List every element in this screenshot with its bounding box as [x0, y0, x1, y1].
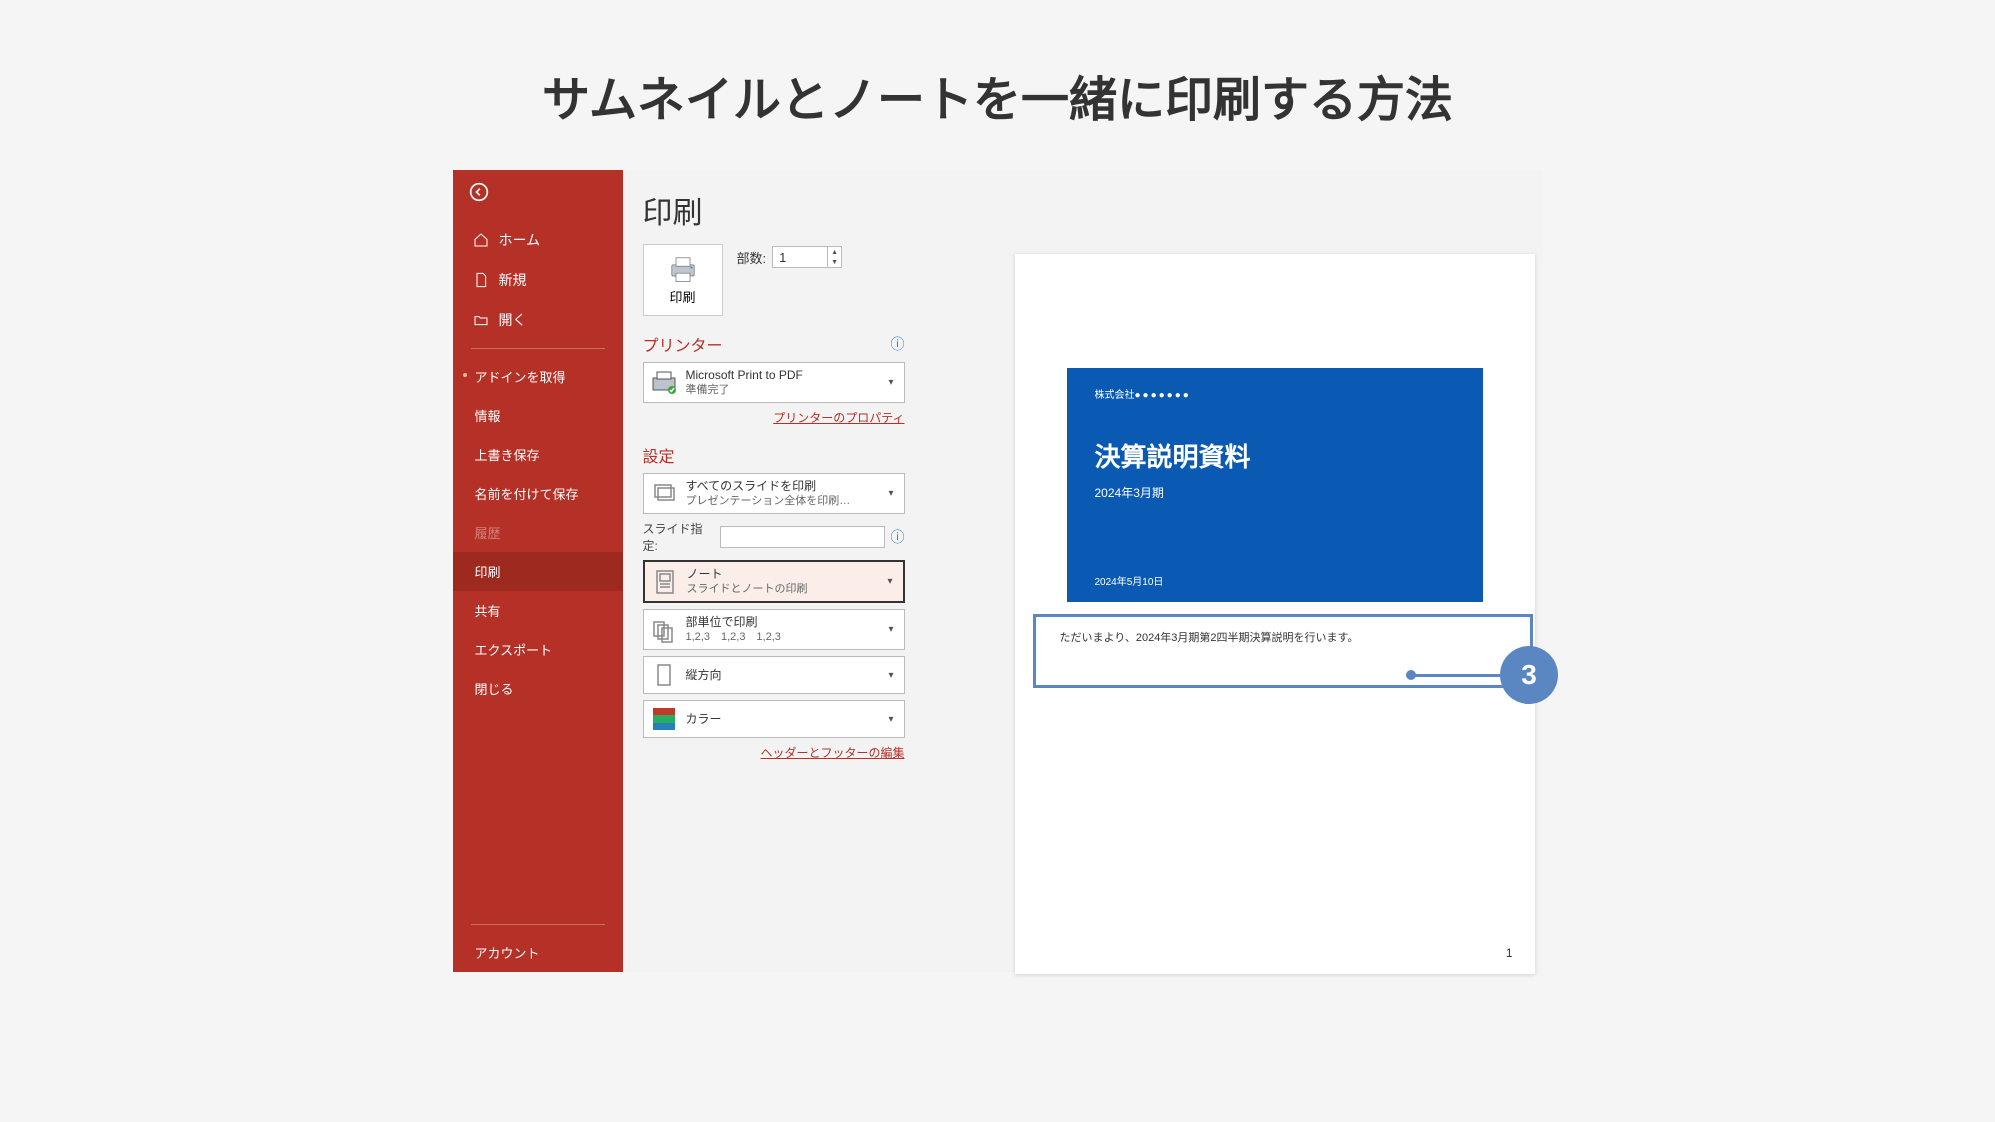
print-panel: 印刷 印刷 部数: 1 ▲ ▼	[623, 170, 1543, 972]
collate-icon	[650, 616, 678, 644]
sidebar-history: 履歴	[453, 513, 623, 552]
printer-device-icon	[650, 369, 678, 397]
sidebar-account[interactable]: アカウント	[453, 933, 623, 972]
copies-value: 1	[779, 250, 786, 265]
info-icon[interactable]: ⓘ	[891, 334, 905, 354]
setting-color-label: カラー	[686, 711, 877, 727]
printer-icon	[666, 255, 700, 283]
sidebar-new-label: 新規	[499, 270, 527, 290]
slide-thumbnail: 株式会社●●●●●●● 決算説明資料 2024年3月期 2024年5月10日	[1067, 368, 1483, 602]
chevron-down-icon: ▾	[884, 670, 897, 681]
preview-page-number: 1	[1506, 946, 1513, 960]
setting-notes-sub: スライドとノートの印刷	[687, 582, 876, 597]
sidebar-save-as[interactable]: 名前を付けて保存	[453, 474, 623, 513]
chevron-down-icon: ▾	[883, 576, 896, 587]
slide-spec-input[interactable]	[720, 526, 885, 548]
back-button[interactable]	[453, 170, 623, 220]
note-text: ただいまより、2024年3月期第2四半期決算説明を行います。	[1060, 632, 1359, 644]
copies-spinner[interactable]: 1 ▲ ▼	[772, 246, 842, 268]
sidebar-divider-bottom	[471, 924, 605, 925]
color-swatch-icon	[650, 705, 678, 733]
slide-spec-label: スライド指定:	[643, 520, 714, 554]
slide-spec-row: スライド指定: ⓘ	[643, 520, 905, 554]
file-icon	[473, 272, 489, 288]
sidebar-home[interactable]: ホーム	[453, 220, 623, 260]
slide-title: 決算説明資料	[1095, 437, 1455, 474]
home-icon	[473, 232, 489, 248]
print-preview: 株式会社●●●●●●● 決算説明資料 2024年3月期 2024年5月10日 た…	[1015, 254, 1535, 974]
step-badge: 3	[1500, 646, 1558, 704]
settings-section-head: 設定	[643, 443, 905, 467]
panel-title: 印刷	[643, 188, 1523, 232]
sidebar-close[interactable]: 閉じる	[453, 669, 623, 708]
chevron-down-icon: ▾	[884, 488, 897, 499]
printer-section-head: プリンター ⓘ	[643, 332, 905, 356]
spinner-down-icon[interactable]: ▼	[828, 257, 841, 267]
notes-page-icon	[651, 568, 679, 596]
chevron-down-icon: ▾	[884, 714, 897, 725]
spinner-up-icon[interactable]: ▲	[828, 247, 841, 257]
printer-name: Microsoft Print to PDF	[686, 367, 877, 383]
slide-company: 株式会社●●●●●●●	[1095, 386, 1455, 401]
chevron-down-icon: ▾	[884, 624, 897, 635]
app-window: ホーム 新規 開く アドインを取得 情報 上書き保存 名前を付けて保存 履歴 印…	[453, 170, 1543, 972]
setting-orientation-label: 縦方向	[686, 667, 877, 683]
sidebar-addin[interactable]: アドインを取得	[453, 357, 623, 396]
callout-connector	[1410, 674, 1500, 677]
setting-notes-label: ノート	[687, 566, 876, 582]
info-icon[interactable]: ⓘ	[891, 527, 905, 547]
folder-open-icon	[473, 312, 489, 328]
sidebar-print[interactable]: 印刷	[453, 552, 623, 591]
page-heading: サムネイルとノートを一緒に印刷する方法	[542, 60, 1453, 130]
sidebar-save[interactable]: 上書き保存	[453, 435, 623, 474]
printer-dropdown[interactable]: Microsoft Print to PDF 準備完了 ▾	[643, 362, 905, 403]
sidebar-open-label: 開く	[499, 310, 527, 330]
printer-properties-link[interactable]: プリンターのプロパティ	[773, 411, 904, 425]
setting-collate-dropdown[interactable]: 部単位で印刷 1,2,3 1,2,3 1,2,3 ▾	[643, 609, 905, 650]
printer-status: 準備完了	[686, 383, 877, 398]
sidebar-home-label: ホーム	[499, 230, 541, 250]
sidebar-open[interactable]: 開く	[453, 300, 623, 340]
slide-date: 2024年5月10日	[1095, 573, 1164, 588]
preview-page: 株式会社●●●●●●● 決算説明資料 2024年3月期 2024年5月10日 た…	[1015, 254, 1535, 974]
copies-label: 部数:	[737, 248, 767, 267]
slide-subtitle: 2024年3月期	[1095, 484, 1455, 501]
settings-section-label: 設定	[643, 443, 675, 467]
setting-collate-sub: 1,2,3 1,2,3 1,2,3	[686, 630, 877, 645]
chevron-down-icon: ▾	[884, 377, 897, 388]
print-button-label: 印刷	[669, 287, 695, 306]
backstage-sidebar: ホーム 新規 開く アドインを取得 情報 上書き保存 名前を付けて保存 履歴 印…	[453, 170, 623, 972]
copies-row: 部数: 1 ▲ ▼	[737, 246, 843, 268]
setting-orientation-dropdown[interactable]: 縦方向 ▾	[643, 656, 905, 694]
setting-layout-dropdown[interactable]: ノート スライドとノートの印刷 ▾	[643, 560, 905, 603]
printer-section-label: プリンター	[643, 332, 723, 356]
step-callout: 3	[1500, 646, 1558, 704]
edit-header-footer-link[interactable]: ヘッダーとフッターの編集	[760, 746, 904, 760]
print-button[interactable]: 印刷	[643, 244, 723, 316]
slides-stack-icon	[650, 480, 678, 508]
setting-collate-label: 部単位で印刷	[686, 614, 877, 630]
sidebar-share[interactable]: 共有	[453, 591, 623, 630]
spinner-arrows[interactable]: ▲ ▼	[827, 247, 841, 267]
setting-slides-sub: プレゼンテーション全体を印刷…	[686, 494, 877, 509]
setting-color-dropdown[interactable]: カラー ▾	[643, 700, 905, 738]
sidebar-new[interactable]: 新規	[453, 260, 623, 300]
sidebar-divider	[471, 348, 605, 349]
portrait-page-icon	[650, 661, 678, 689]
setting-slides-dropdown[interactable]: すべてのスライドを印刷 プレゼンテーション全体を印刷… ▾	[643, 473, 905, 514]
setting-slides-label: すべてのスライドを印刷	[686, 478, 877, 494]
sidebar-export[interactable]: エクスポート	[453, 630, 623, 669]
sidebar-info[interactable]: 情報	[453, 396, 623, 435]
